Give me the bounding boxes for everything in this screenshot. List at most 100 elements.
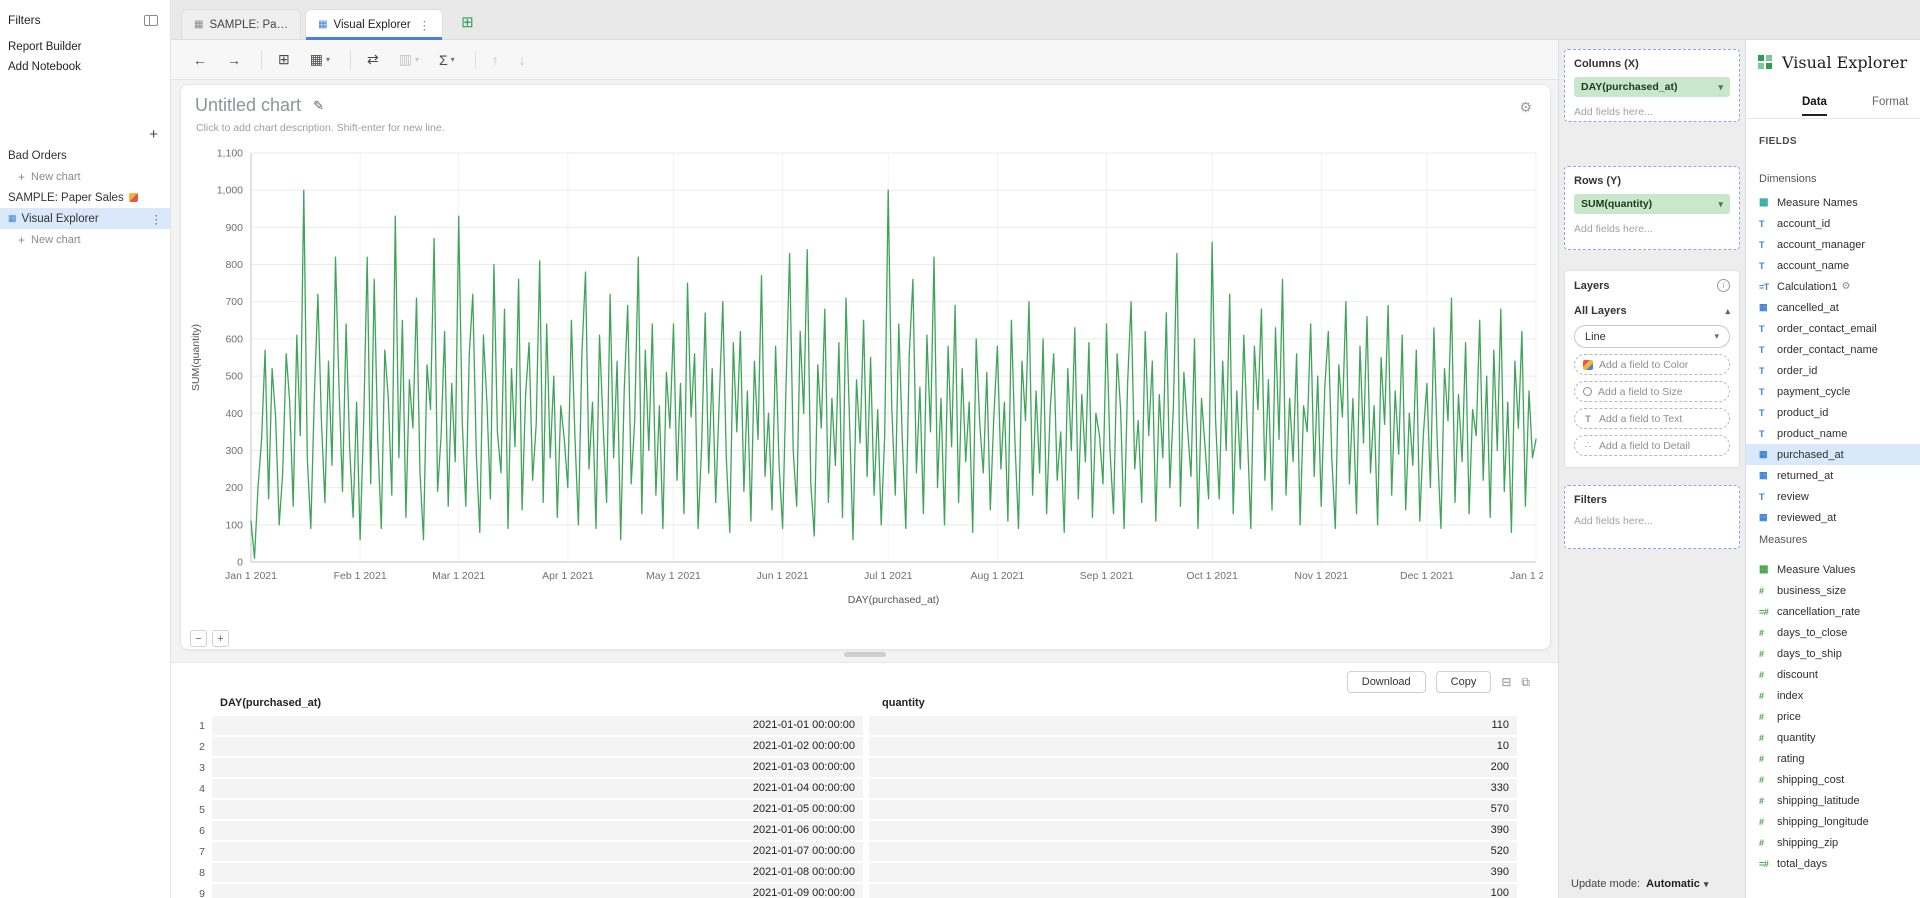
dimension-returned-at[interactable]: ▦returned_at — [1746, 465, 1920, 486]
date-cell: 2021-01-02 00:00:00 — [212, 737, 863, 756]
dimension-reviewed-at[interactable]: ▦reviewed_at — [1746, 507, 1920, 528]
dimension-product-id[interactable]: Tproduct_id — [1746, 402, 1920, 423]
measure-days-to-ship[interactable]: #days_to_ship — [1746, 643, 1920, 664]
sidebar-item-add-notebook[interactable]: Add Notebook — [0, 57, 170, 77]
new-chart-tab-button[interactable]: ⊞ — [461, 13, 474, 31]
rows-add-fields[interactable]: Add fields here... — [1574, 223, 1730, 235]
aggregate-sigma-icon[interactable]: Σ▾ — [439, 52, 455, 68]
measure-shipping-zip[interactable]: #shipping_zip — [1746, 832, 1920, 853]
zoom-in-button[interactable]: + — [212, 630, 229, 647]
measure-rating[interactable]: #rating — [1746, 748, 1920, 769]
measure-shipping-latitude[interactable]: #shipping_latitude — [1746, 790, 1920, 811]
tab-data[interactable]: Data — [1802, 96, 1827, 116]
dimension-purchased-at[interactable]: ▦purchased_at — [1746, 444, 1920, 465]
measure-cancellation-rate[interactable]: =#cancellation_rate — [1746, 601, 1920, 622]
table-row[interactable]: 82021-01-08 00:00:00390 — [171, 863, 1550, 882]
table-row[interactable]: 22021-01-02 00:00:0010 — [171, 737, 1550, 756]
table-row[interactable]: 92021-01-09 00:00:00100 — [171, 884, 1550, 898]
add-field-to-size[interactable]: Add a field to Size — [1574, 381, 1730, 402]
add-field-to-detail[interactable]: ∴ Add a field to Detail — [1574, 435, 1730, 456]
chevron-up-icon[interactable]: ▴ — [1725, 306, 1730, 317]
dimension-calculation1[interactable]: =TCalculation1⚙ — [1746, 276, 1920, 297]
measure-measure-values[interactable]: ▦Measure Values — [1746, 559, 1920, 580]
sidebar-new-chart[interactable]: +New chart — [0, 229, 170, 250]
chart-settings-gear-icon[interactable]: ⚙ — [1519, 99, 1532, 116]
sidebar-new-chart[interactable]: +New chart — [0, 166, 170, 187]
dimension-cancelled-at[interactable]: ▦cancelled_at — [1746, 297, 1920, 318]
kebab-icon[interactable]: ⋮ — [151, 212, 163, 226]
zoom-out-button[interactable]: − — [190, 630, 207, 647]
dimension-account-manager[interactable]: Taccount_manager — [1746, 234, 1920, 255]
resize-handle[interactable] — [844, 652, 886, 657]
measure-index[interactable]: #index — [1746, 685, 1920, 706]
svg-text:0: 0 — [237, 557, 243, 569]
dimension-order-id[interactable]: Torder_id — [1746, 360, 1920, 381]
add-field-to-text[interactable]: T Add a field to Text — [1574, 408, 1730, 429]
sidebar-item-report-builder[interactable]: Report Builder — [0, 37, 170, 57]
measure-price[interactable]: #price — [1746, 706, 1920, 727]
table-row[interactable]: 12021-01-01 00:00:00110 — [171, 716, 1550, 735]
add-field-to-color[interactable]: Add a field to Color — [1574, 354, 1730, 375]
column-header-date[interactable]: DAY(purchased_at) — [220, 697, 321, 709]
measure-shipping-longitude[interactable]: #shipping_longitude — [1746, 811, 1920, 832]
update-mode-select[interactable]: Automatic ▾ — [1646, 878, 1708, 890]
dimension-payment-cycle[interactable]: Tpayment_cycle — [1746, 381, 1920, 402]
tab-visual-explorer[interactable]: ▦ Visual Explorer ⋮ — [305, 9, 443, 39]
download-button[interactable]: Download — [1347, 671, 1426, 693]
tab-menu-icon[interactable]: ⋮ — [419, 18, 431, 32]
chart-description-placeholder[interactable]: Click to add chart description. Shift-en… — [196, 122, 445, 134]
collapse-sidebar-icon[interactable] — [144, 15, 158, 26]
filters-add-fields[interactable]: Add fields here... — [1574, 515, 1730, 527]
sidebar-add-button[interactable]: + — [149, 126, 158, 143]
rows-field-pill[interactable]: SUM(quantity) ▾ — [1574, 194, 1730, 214]
chart-card: Untitled chart ✎ Click to add chart desc… — [180, 84, 1551, 650]
dimension-account-name[interactable]: Taccount_name — [1746, 255, 1920, 276]
measure-discount[interactable]: #discount — [1746, 664, 1920, 685]
tab-sample-paper-sales[interactable]: ▦ SAMPLE: Pa… — [181, 9, 301, 39]
measure-days-to-close[interactable]: #days_to_close — [1746, 622, 1920, 643]
column-header-quantity[interactable]: quantity — [882, 697, 925, 709]
new-window-icon[interactable]: ⊞ — [278, 51, 290, 68]
table-row[interactable]: 42021-01-04 00:00:00330 — [171, 779, 1550, 798]
info-icon[interactable]: i — [1717, 279, 1730, 292]
sidebar-item-bad-orders[interactable]: Bad Orders — [0, 145, 170, 166]
chart-type-icon[interactable]: ▦▾ — [310, 51, 330, 68]
measure-quantity[interactable]: #quantity — [1746, 727, 1920, 748]
gear-icon[interactable]: ⚙ — [1842, 281, 1851, 292]
dimension-order-contact-name[interactable]: Torder_contact_name — [1746, 339, 1920, 360]
table-row[interactable]: 62021-01-06 00:00:00390 — [171, 821, 1550, 840]
columns-add-fields[interactable]: Add fields here... — [1574, 106, 1730, 118]
caret-down-icon[interactable]: ▾ — [1718, 199, 1723, 210]
dimension-product-name[interactable]: Tproduct_name — [1746, 423, 1920, 444]
caret-down-icon[interactable]: ▾ — [1718, 82, 1723, 93]
caret-down-icon: ▾ — [1704, 879, 1709, 890]
bar-options-icon[interactable]: ▥▾ — [399, 51, 419, 68]
sidebar-item-visual-explorer[interactable]: ▦Visual Explorer⋮ — [0, 208, 170, 229]
sidebar-item-sample-paper-sales[interactable]: SAMPLE: Paper Sales — [0, 187, 170, 208]
sort-ascending-icon[interactable]: ↑ — [492, 52, 499, 68]
dimension-account-id[interactable]: Taccount_id — [1746, 213, 1920, 234]
chart-title[interactable]: Untitled chart — [195, 95, 301, 116]
columns-field-pill[interactable]: DAY(purchased_at) ▾ — [1574, 77, 1730, 97]
date-cell: 2021-01-08 00:00:00 — [212, 863, 863, 882]
back-icon[interactable]: ← — [193, 52, 207, 68]
table-row[interactable]: 52021-01-05 00:00:00570 — [171, 800, 1550, 819]
measure-business-size[interactable]: #business_size — [1746, 580, 1920, 601]
tab-format[interactable]: Format — [1872, 96, 1908, 114]
copy-button[interactable]: Copy — [1436, 671, 1492, 693]
table-row[interactable]: 32021-01-03 00:00:00200 — [171, 758, 1550, 777]
plus-icon: + — [18, 170, 25, 184]
measure-total-days[interactable]: =#total_days — [1746, 853, 1920, 874]
expand-table-icon[interactable]: ⧉ — [1521, 675, 1530, 690]
forward-icon[interactable]: → — [227, 52, 241, 68]
mark-type-select[interactable]: Line ▾ — [1574, 325, 1730, 348]
table-row[interactable]: 72021-01-07 00:00:00520 — [171, 842, 1550, 861]
edit-title-icon[interactable]: ✎ — [313, 98, 324, 114]
swap-axes-icon[interactable]: ⇄ — [367, 51, 379, 68]
measure-shipping-cost[interactable]: #shipping_cost — [1746, 769, 1920, 790]
collapse-table-icon[interactable]: ⊟ — [1501, 675, 1511, 689]
dimension-review[interactable]: Treview — [1746, 486, 1920, 507]
dimension-measure-names[interactable]: ▦Measure Names — [1746, 192, 1920, 213]
sort-descending-icon[interactable]: ↓ — [519, 52, 526, 68]
dimension-order-contact-email[interactable]: Torder_contact_email — [1746, 318, 1920, 339]
